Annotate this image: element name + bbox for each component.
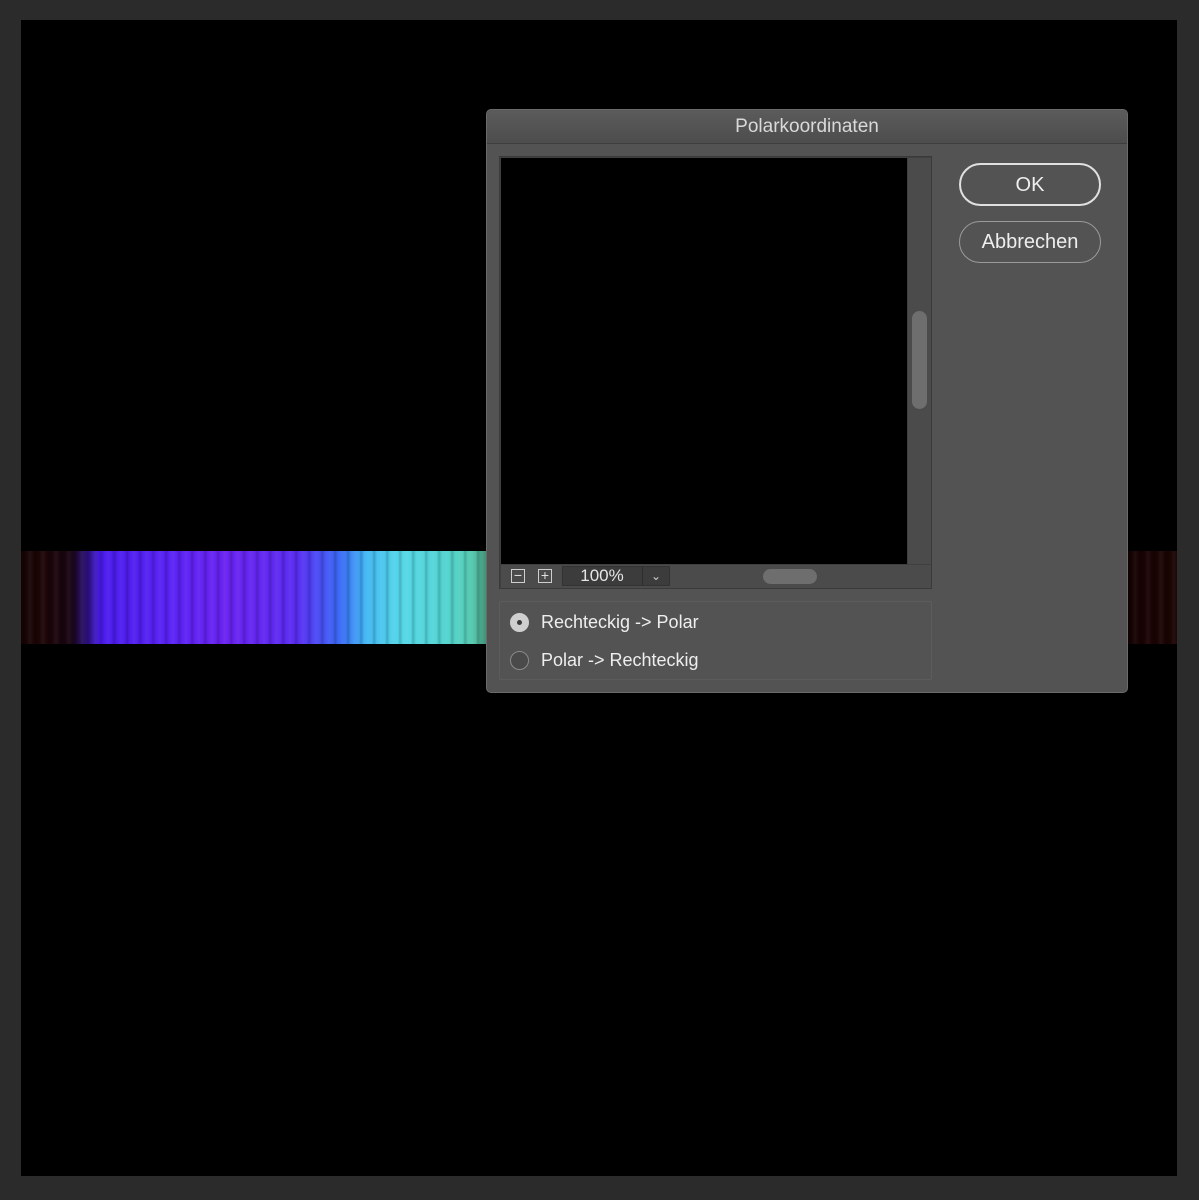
horizontal-scroll-thumb[interactable] — [763, 569, 817, 584]
option-label: Polar -> Rechteckig — [541, 649, 699, 670]
polar-coordinates-dialog: Polarkoordinaten − + 100% ⌄ OK Abbrechen — [486, 109, 1128, 693]
preview-image[interactable] — [501, 158, 907, 564]
radio-button-checked[interactable] — [510, 612, 529, 632]
conversion-options-group: Rechteckig -> Polar Polar -> Rechteckig — [499, 601, 932, 680]
radio-button-unchecked[interactable] — [510, 650, 529, 670]
preview-vertical-scrollbar[interactable] — [908, 158, 931, 564]
preview-zoom-bar: − + 100% ⌄ — [501, 565, 931, 588]
dialog-title[interactable]: Polarkoordinaten — [487, 110, 1127, 144]
zoom-level-select[interactable]: 100% ⌄ — [562, 566, 670, 586]
option-rectangular-to-polar[interactable]: Rechteckig -> Polar — [510, 610, 699, 634]
chevron-down-icon[interactable]: ⌄ — [643, 567, 669, 585]
cancel-button[interactable]: Abbrechen — [959, 221, 1101, 263]
zoom-in-icon[interactable]: + — [538, 568, 552, 583]
zoom-level-value: 100% — [580, 566, 624, 585]
ok-button[interactable]: OK — [959, 163, 1101, 206]
option-label: Rechteckig -> Polar — [541, 611, 699, 632]
option-polar-to-rectangular[interactable]: Polar -> Rechteckig — [510, 648, 699, 672]
filter-preview-panel: − + 100% ⌄ — [499, 156, 932, 589]
zoom-out-icon[interactable]: − — [511, 568, 525, 583]
vertical-scroll-thumb[interactable] — [912, 311, 927, 409]
app-frame: Polarkoordinaten − + 100% ⌄ OK Abbrechen — [0, 0, 1199, 1200]
